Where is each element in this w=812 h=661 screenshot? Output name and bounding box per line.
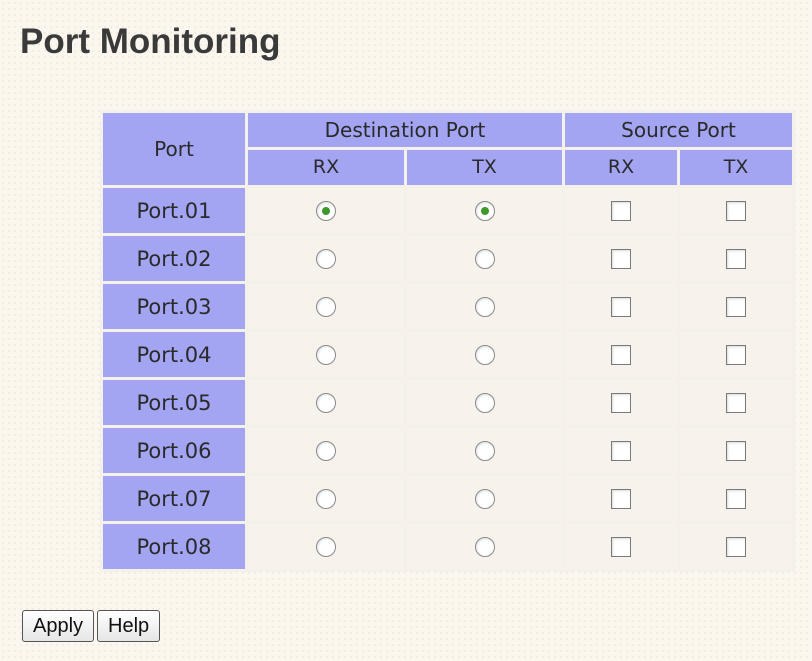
table-cell	[565, 332, 677, 377]
source-tx-checkbox[interactable]	[726, 200, 746, 221]
table-cell	[248, 332, 404, 377]
port-label: Port.08	[103, 524, 245, 569]
source-port-header: Source Port	[565, 113, 792, 147]
help-button[interactable]: Help	[97, 610, 161, 642]
table-cell	[680, 524, 792, 569]
source-rx-checkbox[interactable]	[611, 392, 631, 413]
table-cell	[248, 284, 404, 329]
table-cell	[248, 524, 404, 569]
source-tx-checkbox[interactable]	[726, 440, 746, 461]
table-row: Port.04	[103, 332, 792, 377]
source-tx-checkbox[interactable]	[726, 248, 746, 269]
table-cell	[407, 428, 562, 473]
destination-tx-radio[interactable]	[474, 488, 495, 509]
source-rx-checkbox[interactable]	[611, 296, 631, 317]
table-cell	[680, 332, 792, 377]
table-cell	[248, 476, 404, 521]
port-monitoring-table: Port Destination Port Source Port RX TX …	[100, 110, 795, 572]
port-label: Port.06	[103, 428, 245, 473]
destination-tx-radio[interactable]	[474, 344, 495, 365]
table-cell	[248, 188, 404, 233]
source-rx-checkbox[interactable]	[611, 248, 631, 269]
port-label: Port.02	[103, 236, 245, 281]
source-tx-checkbox[interactable]	[726, 536, 746, 557]
destination-tx-radio[interactable]	[474, 200, 495, 221]
destination-rx-radio[interactable]	[316, 344, 336, 365]
source-rx-checkbox[interactable]	[611, 488, 631, 509]
destination-tx-radio[interactable]	[474, 296, 495, 317]
table-cell	[565, 524, 677, 569]
table-row: Port.01	[103, 188, 792, 233]
source-tx-checkbox[interactable]	[726, 296, 746, 317]
table-cell	[407, 476, 562, 521]
table-row: Port.06	[103, 428, 792, 473]
destination-tx-radio[interactable]	[474, 440, 495, 461]
page-title: Port Monitoring	[20, 22, 281, 61]
source-rx-checkbox[interactable]	[611, 440, 631, 461]
table-row: Port.07	[103, 476, 792, 521]
table-cell	[565, 428, 677, 473]
table-cell	[680, 188, 792, 233]
source-tx-header: TX	[680, 149, 792, 185]
table-cell	[407, 524, 562, 569]
port-label: Port.05	[103, 380, 245, 425]
source-rx-checkbox[interactable]	[611, 344, 631, 365]
destination-tx-radio[interactable]	[474, 248, 495, 269]
table-cell	[248, 428, 404, 473]
source-rx-checkbox[interactable]	[611, 536, 631, 557]
table-row: Port.05	[103, 380, 792, 425]
table-cell	[407, 332, 562, 377]
table-cell	[680, 236, 792, 281]
table-cell	[680, 284, 792, 329]
table-cell	[565, 284, 677, 329]
source-rx-checkbox[interactable]	[611, 200, 631, 221]
port-label: Port.03	[103, 284, 245, 329]
table-cell	[407, 380, 562, 425]
destination-tx-header: TX	[407, 149, 562, 185]
table-cell	[248, 380, 404, 425]
table-cell	[565, 476, 677, 521]
table-row: Port.03	[103, 284, 792, 329]
table-cell	[407, 284, 562, 329]
table-cell	[565, 188, 677, 233]
table-cell	[565, 380, 677, 425]
destination-tx-radio[interactable]	[474, 392, 495, 413]
table-cell	[680, 476, 792, 521]
destination-rx-radio[interactable]	[316, 488, 336, 509]
destination-rx-radio[interactable]	[316, 536, 336, 557]
destination-port-header: Destination Port	[248, 113, 562, 147]
source-rx-header: RX	[565, 149, 677, 185]
port-label: Port.01	[103, 188, 245, 233]
destination-rx-header: RX	[248, 149, 404, 185]
port-label: Port.04	[103, 332, 245, 377]
table-cell	[680, 428, 792, 473]
port-label: Port.07	[103, 476, 245, 521]
table-row: Port.08	[103, 524, 792, 569]
source-tx-checkbox[interactable]	[726, 488, 746, 509]
table-cell	[248, 236, 404, 281]
table-row: Port.02	[103, 236, 792, 281]
destination-rx-radio[interactable]	[316, 392, 336, 413]
destination-rx-radio[interactable]	[316, 296, 336, 317]
table-cell	[407, 188, 562, 233]
apply-button[interactable]: Apply	[22, 610, 95, 642]
table-cell	[407, 236, 562, 281]
destination-tx-radio[interactable]	[474, 536, 495, 557]
destination-rx-radio[interactable]	[316, 200, 336, 221]
source-tx-checkbox[interactable]	[726, 344, 746, 365]
table-cell	[565, 236, 677, 281]
destination-rx-radio[interactable]	[316, 248, 336, 269]
source-tx-checkbox[interactable]	[726, 392, 746, 413]
port-column-header: Port	[103, 113, 245, 185]
destination-rx-radio[interactable]	[316, 440, 336, 461]
button-bar: Apply Help	[22, 610, 163, 642]
table-cell	[680, 380, 792, 425]
